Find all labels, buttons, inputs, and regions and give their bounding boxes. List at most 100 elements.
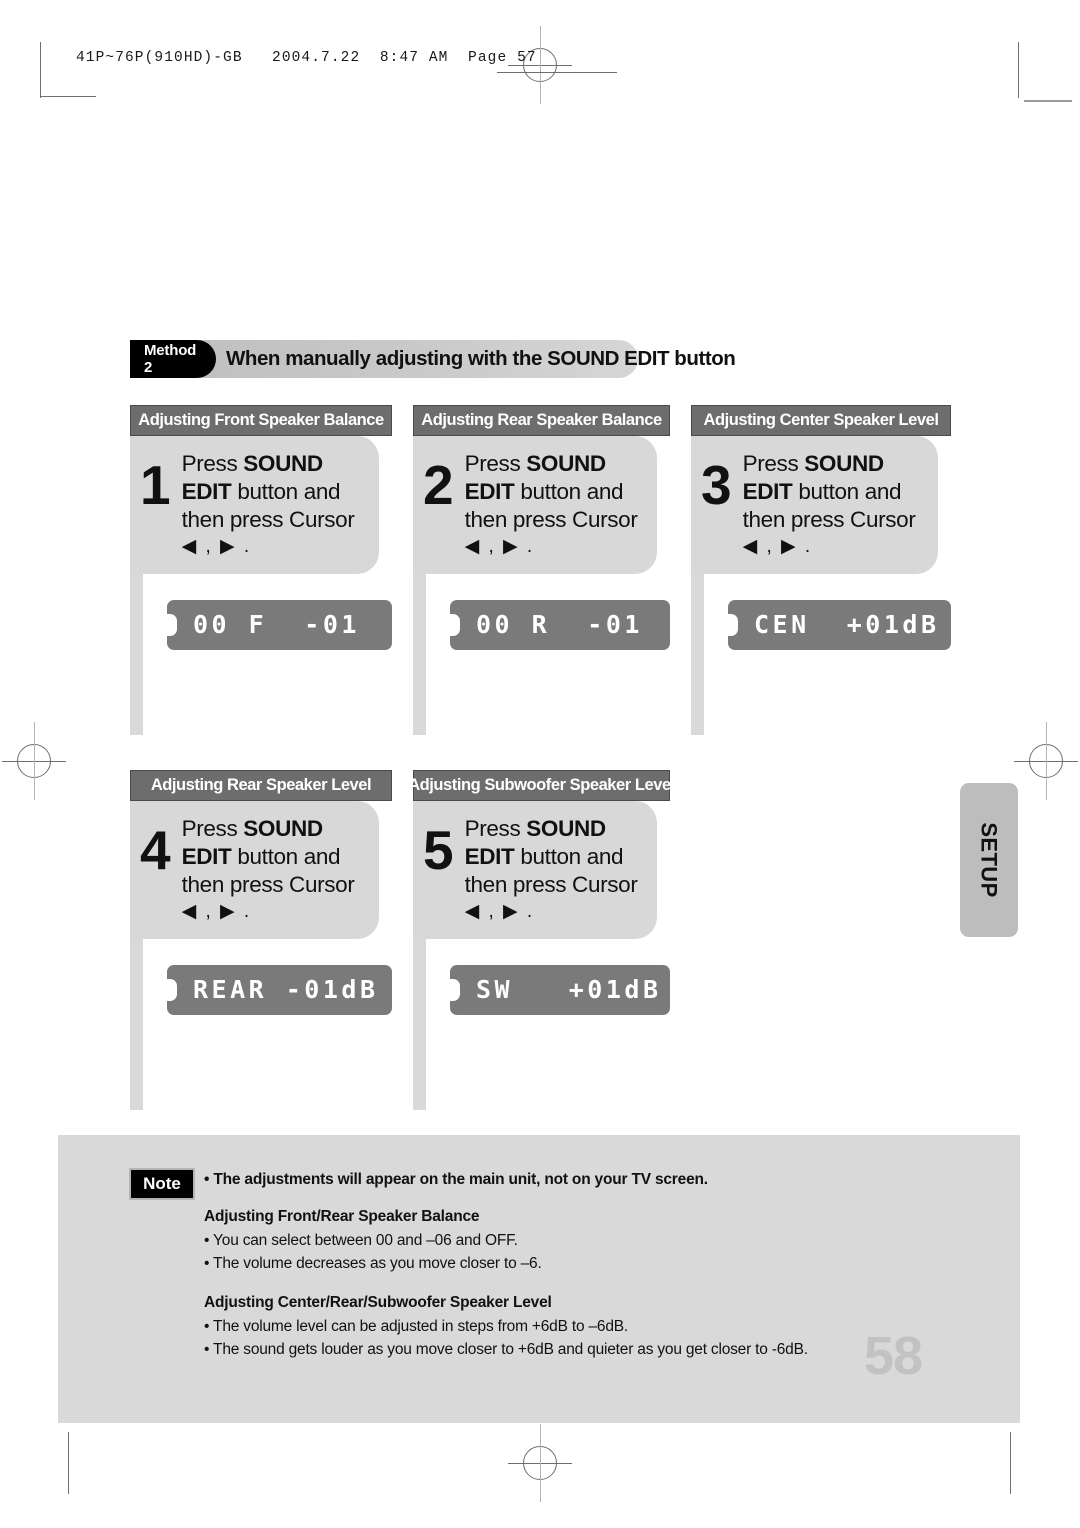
step-text-line1-bold-4: SOUND bbox=[243, 816, 323, 841]
step-header-2: Adjusting Rear Speaker Balance bbox=[413, 405, 670, 436]
print-slug: 41P~76P(910HD)-GB 2004.7.22 8:47 AM Page… bbox=[76, 50, 537, 66]
lcd-wrap-2: 00 R -01 bbox=[426, 574, 670, 650]
step-instruction-box-1: 1 Press SOUND EDIT button and then press… bbox=[130, 436, 379, 574]
note-item: • The volume decreases as you move close… bbox=[204, 1255, 542, 1272]
cursor-arrows-icon-1: ◀ , ▶ . bbox=[181, 535, 252, 557]
step-text-line3-3: then press Cursor bbox=[742, 506, 916, 532]
lcd-text-4: REAR -01dB bbox=[193, 975, 379, 1005]
crop-mark-top-right-horizontal bbox=[1024, 100, 1072, 102]
step-text-line3-1: then press Cursor bbox=[181, 506, 355, 532]
step-instruction-text-3: Press SOUND EDIT button and then press C… bbox=[743, 450, 916, 534]
cursor-arrows-icon-3: ◀ , ▶ . bbox=[742, 535, 813, 557]
step-column-2: Adjusting Rear Speaker Balance 2 Press S… bbox=[413, 405, 670, 735]
page-number: 58 bbox=[864, 1326, 923, 1386]
step-row-second: Adjusting Rear Speaker Level 4 Press SOU… bbox=[130, 770, 675, 1110]
step-column-4: Adjusting Rear Speaker Level 4 Press SOU… bbox=[130, 770, 392, 1110]
note-section-title-2: Adjusting Center/Rear/Subwoofer Speaker … bbox=[204, 1294, 552, 1311]
step-instruction-5: Press SOUND EDIT button and then press C… bbox=[465, 815, 638, 923]
step-column-5: Adjusting Subwoofer Speaker Level 5 Pres… bbox=[408, 770, 675, 1110]
step-column-1: Adjusting Front Speaker Balance 1 Press … bbox=[130, 405, 392, 735]
step-instruction-box-2: 2 Press SOUND EDIT button and then press… bbox=[413, 436, 657, 574]
setup-side-tab: SETUP bbox=[960, 783, 1018, 937]
lcd-display-1: 00 F -01 bbox=[167, 599, 392, 650]
step-text-line1-bold-1: SOUND bbox=[243, 451, 323, 476]
step-body-3: 3 Press SOUND EDIT button and then press… bbox=[691, 436, 951, 735]
lcd-display-3: CEN +01dB bbox=[728, 599, 951, 650]
lcd-display-5: SW +01dB bbox=[450, 964, 670, 1015]
step-text-line2-bold-5: EDIT bbox=[464, 843, 515, 869]
step-text-line1-plain-4: Press bbox=[181, 816, 244, 841]
lcd-display-4: REAR -01dB bbox=[167, 964, 392, 1015]
cursor-arrows-icon-2: ◀ , ▶ . bbox=[464, 535, 535, 557]
step-instruction-1: Press SOUND EDIT button and then press C… bbox=[182, 450, 355, 558]
lcd-wrap-1: 00 F -01 bbox=[143, 574, 392, 650]
step-number-5: 5 bbox=[423, 819, 454, 881]
step-text-line1-plain-5: Press bbox=[464, 816, 527, 841]
step-body-1: 1 Press SOUND EDIT button and then press… bbox=[130, 436, 392, 735]
note-lead: • The adjustments will appear on the mai… bbox=[204, 1171, 708, 1188]
lcd-display-2: 00 R -01 bbox=[450, 599, 670, 650]
lcd-wrap-5: SW +01dB bbox=[426, 939, 670, 1015]
setup-side-tab-label: SETUP bbox=[977, 822, 1003, 898]
cursor-arrows-icon-5: ◀ , ▶ . bbox=[464, 900, 535, 922]
step-body-5: 5 Press SOUND EDIT button and then press… bbox=[413, 801, 670, 1110]
step-column-3: Adjusting Center Speaker Level 3 Press S… bbox=[691, 405, 951, 735]
step-body-2: 2 Press SOUND EDIT button and then press… bbox=[413, 436, 670, 735]
step-instruction-text-4: Press SOUND EDIT button and then press C… bbox=[182, 815, 355, 899]
registration-mark-bottom-cross-v bbox=[539, 1424, 542, 1502]
step-text-line1-bold-2: SOUND bbox=[526, 451, 606, 476]
step-row-first: Adjusting Front Speaker Balance 1 Press … bbox=[130, 405, 951, 735]
step-text-line3-4: then press Cursor bbox=[181, 871, 355, 897]
step-number-2: 2 bbox=[423, 454, 454, 516]
note-badge: Note bbox=[129, 1168, 195, 1200]
step-body-4: 4 Press SOUND EDIT button and then press… bbox=[130, 801, 392, 1110]
step-text-line3-5: then press Cursor bbox=[464, 871, 638, 897]
step-text-line3-2: then press Cursor bbox=[464, 506, 638, 532]
step-number-1: 1 bbox=[140, 454, 171, 516]
registration-mark-left-cross-v bbox=[33, 722, 36, 800]
step-header-5: Adjusting Subwoofer Speaker Level bbox=[408, 770, 675, 801]
method-banner: Method 2 When manually adjusting with th… bbox=[130, 340, 736, 378]
step-text-line2-plain-3: button and bbox=[792, 478, 902, 504]
lcd-wrap-3: CEN +01dB bbox=[704, 574, 951, 650]
column-gap bbox=[392, 770, 413, 1110]
registration-mark-right-cross-v bbox=[1045, 722, 1048, 800]
step-instruction-text-1: Press SOUND EDIT button and then press C… bbox=[182, 450, 355, 534]
step-text-line2-plain-1: button and bbox=[231, 478, 341, 504]
step-text-line2-plain-4: button and bbox=[231, 843, 341, 869]
step-number-3: 3 bbox=[701, 454, 732, 516]
step-instruction-3: Press SOUND EDIT button and then press C… bbox=[743, 450, 916, 558]
step-header-3: Adjusting Center Speaker Level bbox=[691, 405, 951, 436]
lcd-wrap-4: REAR -01dB bbox=[143, 939, 392, 1015]
crop-mark-bottom-left-vertical bbox=[68, 1432, 70, 1494]
crop-mark-bottom-right-vertical bbox=[1010, 1432, 1012, 1494]
step-instruction-box-3: 3 Press SOUND EDIT button and then press… bbox=[691, 436, 938, 574]
print-slug-rule bbox=[497, 72, 617, 74]
step-text-line2-bold-1: EDIT bbox=[181, 478, 232, 504]
step-text-line1-bold-3: SOUND bbox=[804, 451, 884, 476]
step-instruction-4: Press SOUND EDIT button and then press C… bbox=[182, 815, 355, 923]
note-item: • You can select between 00 and –06 and … bbox=[204, 1232, 518, 1249]
lcd-text-5: SW +01dB bbox=[476, 975, 662, 1005]
step-text-line2-plain-2: button and bbox=[514, 478, 624, 504]
step-text-line1-plain-2: Press bbox=[464, 451, 527, 476]
method-title: When manually adjusting with the SOUND E… bbox=[226, 347, 736, 370]
cursor-arrows-icon-4: ◀ , ▶ . bbox=[181, 900, 252, 922]
step-instruction-box-5: 5 Press SOUND EDIT button and then press… bbox=[413, 801, 657, 939]
step-instruction-text-5: Press SOUND EDIT button and then press C… bbox=[465, 815, 638, 899]
step-text-line1-bold-5: SOUND bbox=[526, 816, 606, 841]
step-text-line2-bold-2: EDIT bbox=[464, 478, 515, 504]
note-spacer bbox=[204, 1278, 994, 1294]
lcd-text-1: 00 F -01 bbox=[193, 610, 360, 640]
step-header-4: Adjusting Rear Speaker Level bbox=[130, 770, 392, 801]
step-instruction-text-2: Press SOUND EDIT button and then press C… bbox=[465, 450, 638, 534]
step-text-line1-plain-3: Press bbox=[742, 451, 805, 476]
step-instruction-box-4: 4 Press SOUND EDIT button and then press… bbox=[130, 801, 379, 939]
lcd-text-2: 00 R -01 bbox=[476, 610, 643, 640]
crop-mark-top-right-vertical bbox=[1018, 42, 1020, 98]
crop-mark-top-left-horizontal bbox=[40, 96, 96, 98]
method-tag: Method 2 bbox=[130, 340, 216, 378]
step-header-1: Adjusting Front Speaker Balance bbox=[130, 405, 392, 436]
step-instruction-2: Press SOUND EDIT button and then press C… bbox=[465, 450, 638, 558]
step-text-line2-bold-4: EDIT bbox=[181, 843, 232, 869]
